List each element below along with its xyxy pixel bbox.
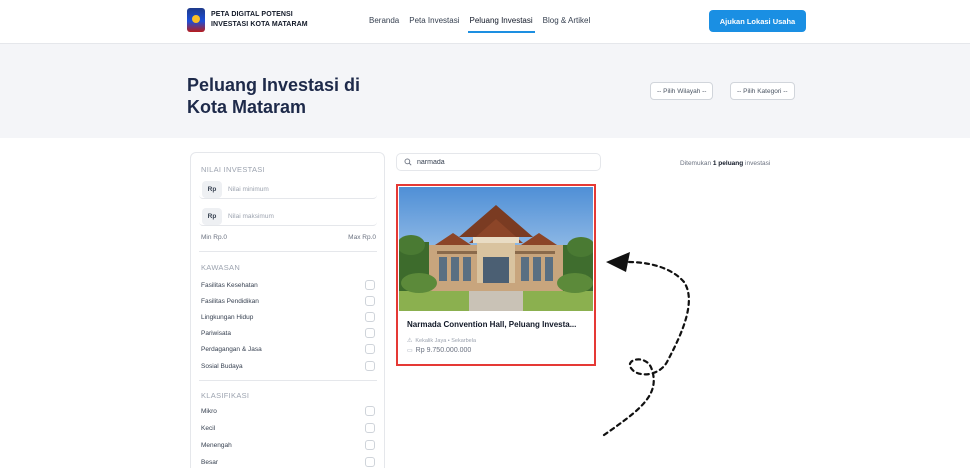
klasifikasi-label: Menengah — [201, 441, 232, 449]
max-range-label: Max Rp.0 — [348, 234, 376, 241]
kawasan-checkbox[interactable] — [365, 361, 375, 371]
result-count: Ditemukan 1 peluang investasi — [680, 160, 770, 167]
card-price-text: Rp 9.750.000.000 — [415, 347, 472, 354]
rp-prefix: Rp — [202, 180, 222, 198]
klasifikasi-checkbox[interactable] — [365, 423, 375, 433]
search-bar[interactable] — [396, 153, 601, 171]
min-range-label: Min Rp.0 — [201, 234, 228, 241]
search-input[interactable] — [417, 158, 587, 166]
nilai-investasi-title: NILAI INVESTASI — [201, 165, 265, 174]
max-value-field[interactable]: Rp — [199, 207, 377, 226]
convention-hall-image — [399, 187, 593, 311]
kawasan-title: KAWASAN — [201, 263, 241, 272]
kawasan-checkbox[interactable] — [365, 344, 375, 354]
result-count-number: 1 peluang — [712, 160, 744, 167]
klasifikasi-option[interactable]: Kecil — [201, 420, 379, 436]
investment-card[interactable]: Narmada Convention Hall, Peluang Investa… — [396, 184, 596, 366]
page-title-line-1: Peluang Investasi di — [187, 75, 361, 95]
kawasan-label: Perdagangan & Jasa — [201, 345, 262, 353]
card-image — [399, 187, 593, 311]
kawasan-checkbox[interactable] — [365, 280, 375, 290]
city-emblem-icon — [187, 8, 205, 32]
nav-peta-investasi[interactable]: Peta Investasi — [409, 16, 459, 25]
kawasan-label: Fasilitas Pendidikan — [201, 297, 259, 305]
kawasan-label: Sosial Budaya — [201, 362, 243, 370]
kawasan-checkbox[interactable] — [365, 296, 375, 306]
kawasan-option[interactable]: Sosial Budaya — [201, 358, 379, 374]
klasifikasi-label: Besar — [201, 458, 218, 466]
card-price: ▭ Rp 9.750.000.000 — [407, 347, 471, 354]
klasifikasi-title: KLASIFIKASI — [201, 391, 250, 400]
top-navbar: PETA DIGITAL POTENSI INVESTASI KOTA MATA… — [0, 0, 970, 43]
kawasan-option[interactable]: Perdagangan & Jasa — [201, 341, 379, 357]
nav-beranda[interactable]: Beranda — [369, 16, 399, 25]
divider — [199, 251, 377, 252]
nav-peluang-investasi[interactable]: Peluang Investasi — [467, 16, 535, 33]
kategori-select-value: -- Pilih Kategori -- — [737, 87, 788, 95]
max-value-input[interactable] — [228, 212, 368, 220]
site-logo[interactable]: PETA DIGITAL POTENSI INVESTASI KOTA MATA… — [187, 8, 308, 32]
ajukan-lokasi-button[interactable]: Ajukan Lokasi Usaha — [709, 10, 806, 32]
dotted-arrow-path — [602, 260, 690, 437]
kawasan-label: Lingkungan Hidup — [201, 313, 254, 321]
result-suffix: investasi — [745, 160, 771, 167]
kawasan-label: Fasilitas Kesehatan — [201, 281, 258, 289]
klasifikasi-option[interactable]: Besar — [201, 454, 379, 468]
rp-prefix: Rp — [202, 207, 222, 225]
klasifikasi-option[interactable]: Menengah — [201, 437, 379, 453]
card-location: ⚠ Kekalik Jaya • Sekarbela — [407, 337, 477, 345]
result-prefix: Ditemukan — [680, 160, 712, 167]
kawasan-checkbox[interactable] — [365, 312, 375, 322]
kawasan-checkbox[interactable] — [365, 328, 375, 338]
klasifikasi-checkbox[interactable] — [365, 440, 375, 450]
wilayah-select[interactable]: -- Pilih Wilayah -- — [650, 82, 714, 100]
page-title-line-2: Kota Mataram — [187, 97, 307, 117]
logo-line-1: PETA DIGITAL POTENSI — [211, 11, 293, 18]
logo-line-2: INVESTASI KOTA MATARAM — [211, 21, 308, 28]
kawasan-option[interactable]: Pariwisata — [201, 325, 379, 341]
min-value-field[interactable]: Rp — [199, 180, 377, 199]
main-nav: Beranda Peta Investasi Peluang Investasi… — [369, 16, 600, 33]
hero-banner: Peluang Investasi di Kota Mataram -- Pil… — [0, 43, 970, 138]
klasifikasi-checkbox[interactable] — [365, 457, 375, 467]
klasifikasi-label: Kecil — [201, 424, 216, 432]
klasifikasi-option[interactable]: Mikro — [201, 403, 379, 419]
logo-text: PETA DIGITAL POTENSI INVESTASI KOTA MATA… — [211, 10, 308, 30]
search-icon — [404, 158, 412, 166]
min-value-input[interactable] — [228, 185, 368, 193]
wilayah-select-value: -- Pilih Wilayah -- — [657, 87, 707, 95]
kawasan-option[interactable]: Lingkungan Hidup — [201, 309, 379, 325]
card-location-text: Kekalik Jaya • Sekarbela — [415, 337, 477, 344]
kawasan-option[interactable]: Fasilitas Pendidikan — [201, 293, 379, 309]
card-title: Narmada Convention Hall, Peluang Investa… — [407, 320, 577, 329]
filter-sidebar: NILAI INVESTASI Rp Rp Min Rp.0 Max Rp.0 … — [190, 152, 385, 468]
arrow-head-icon — [606, 252, 630, 272]
klasifikasi-checkbox[interactable] — [365, 406, 375, 416]
page-title: Peluang Investasi di Kota Mataram — [187, 74, 387, 118]
kawasan-label: Pariwisata — [201, 329, 231, 337]
kawasan-option[interactable]: Fasilitas Kesehatan — [201, 277, 379, 293]
kategori-select[interactable]: -- Pilih Kategori -- — [730, 82, 795, 100]
nav-blog-artikel[interactable]: Blog & Artikel — [543, 16, 591, 25]
page: PETA DIGITAL POTENSI INVESTASI KOTA MATA… — [0, 0, 970, 468]
divider — [199, 380, 377, 381]
klasifikasi-label: Mikro — [201, 407, 217, 415]
money-icon: ▭ — [407, 348, 413, 354]
location-icon: ⚠ — [407, 338, 413, 344]
